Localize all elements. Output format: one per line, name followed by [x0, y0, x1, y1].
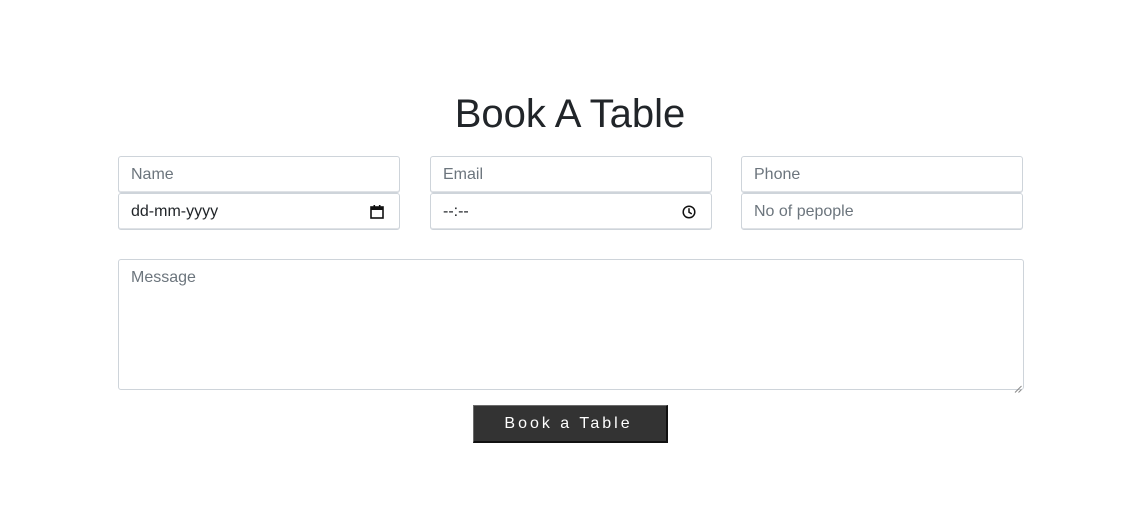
calendar-icon[interactable]	[369, 204, 385, 220]
date-input[interactable]: dd-mm-yyyy	[118, 193, 400, 230]
clock-icon[interactable]	[681, 204, 697, 220]
time-input[interactable]: --:--	[430, 193, 712, 230]
people-count-placeholder: No of pepople	[754, 202, 854, 220]
phone-input[interactable]: Phone	[741, 156, 1023, 193]
email-input[interactable]: Email	[430, 156, 712, 193]
resize-handle-icon[interactable]	[1014, 380, 1022, 393]
time-value: --:--	[443, 202, 469, 220]
email-placeholder: Email	[443, 165, 484, 183]
name-input[interactable]: Name	[118, 156, 400, 193]
page-title: Book A Table	[454, 92, 686, 136]
date-value: dd-mm-yyyy	[131, 202, 219, 220]
message-textarea[interactable]: Message	[118, 259, 1024, 393]
people-count-input[interactable]: No of pepople	[741, 193, 1023, 230]
book-table-button[interactable]: Book a Table	[473, 405, 668, 443]
message-placeholder: Message	[131, 269, 196, 286]
book-table-page: Book A Table Name Email Phone dd-mm-yyyy…	[0, 0, 1135, 525]
name-placeholder: Name	[131, 165, 174, 183]
phone-placeholder: Phone	[754, 165, 801, 183]
